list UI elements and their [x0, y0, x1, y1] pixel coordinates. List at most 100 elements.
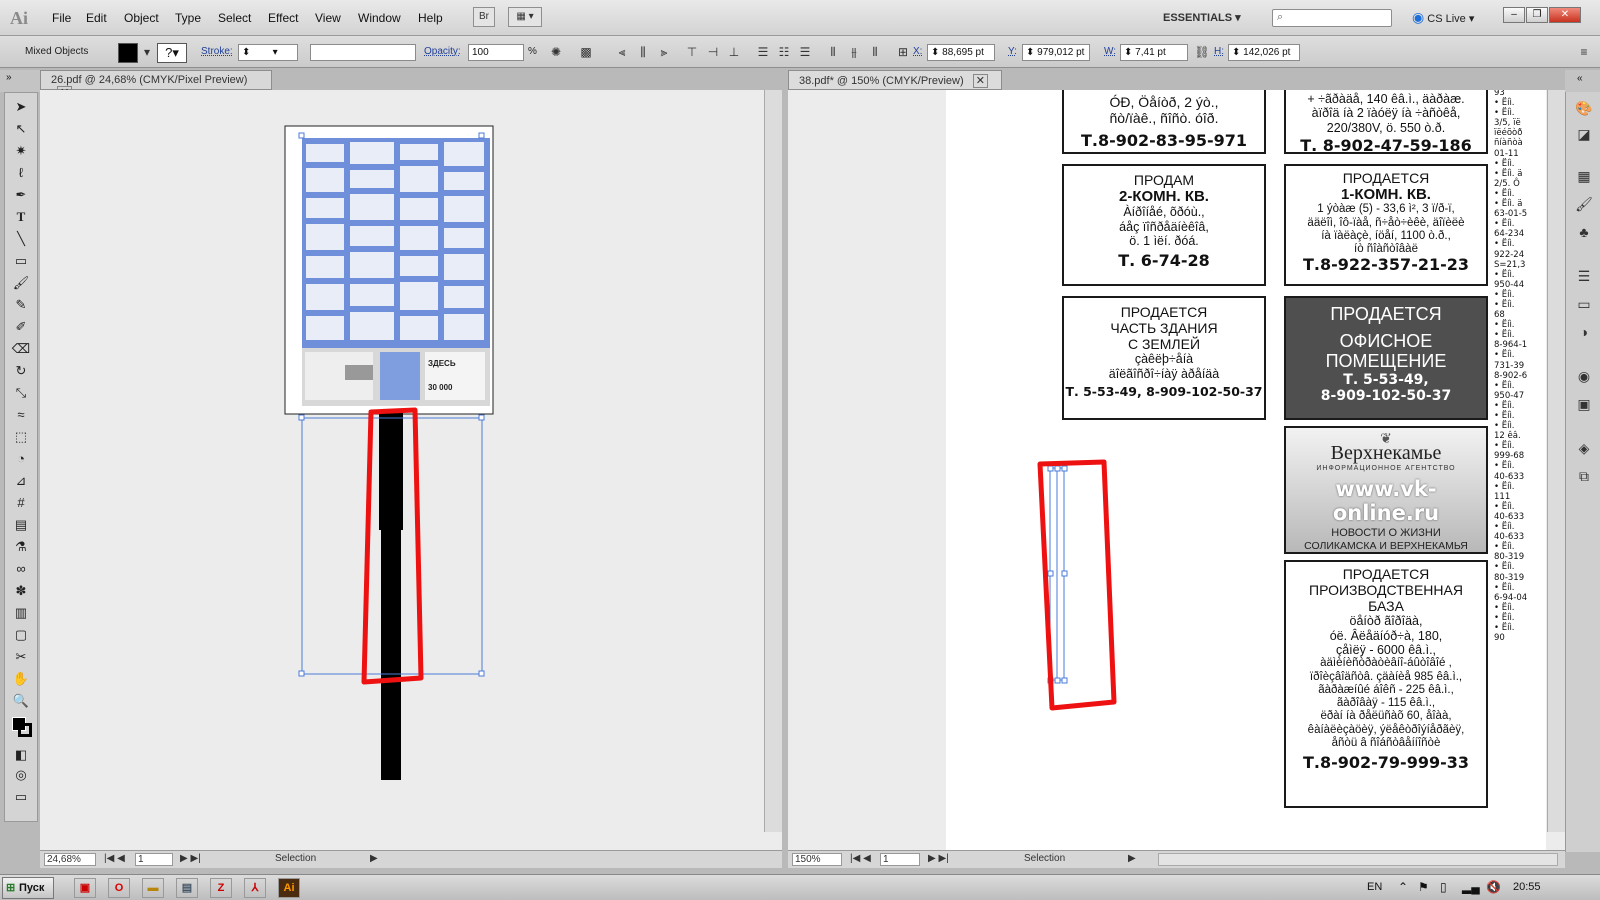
- align-bottom-icon[interactable]: ⊥: [726, 44, 742, 60]
- eyedropper-tool-icon[interactable]: ⚗: [9, 537, 33, 557]
- bridge-button[interactable]: Br: [473, 7, 495, 27]
- control-panel-menu-icon[interactable]: ≡: [1576, 44, 1592, 60]
- selection-tool-icon[interactable]: ➤: [9, 97, 33, 117]
- first-page-icon[interactable]: |◀ ◀: [104, 853, 125, 864]
- menu-edit[interactable]: Edit: [86, 11, 107, 25]
- align-right-icon[interactable]: ⫸: [656, 44, 672, 60]
- next-page-icon-38[interactable]: ▶ ▶|: [928, 853, 949, 864]
- symbols-panel-icon[interactable]: ♣: [1574, 224, 1594, 242]
- zoom-tool-icon[interactable]: 🔍: [9, 691, 33, 711]
- h-field[interactable]: ⬍ 142,026 pt: [1228, 44, 1300, 61]
- document-window-26[interactable]: ЗДЕСЬ 30 000: [40, 90, 782, 850]
- column-graph-tool-icon[interactable]: ▥: [9, 603, 33, 623]
- tray-network-icon[interactable]: ▂▄: [1462, 880, 1480, 894]
- mesh-tool-icon[interactable]: #: [9, 493, 33, 513]
- distribute-top-icon[interactable]: ☰: [755, 44, 771, 60]
- line-tool-icon[interactable]: ╲: [9, 229, 33, 249]
- y-field[interactable]: ⬍ 979,012 pt: [1022, 44, 1090, 61]
- vertical-scrollbar[interactable]: [764, 90, 782, 832]
- language-indicator[interactable]: EN: [1367, 881, 1382, 893]
- constrain-link-icon[interactable]: ⛓: [1194, 44, 1210, 60]
- type-tool-icon[interactable]: T: [9, 207, 33, 227]
- drawing-mode-icon[interactable]: ◎: [9, 765, 33, 785]
- pencil-tool-icon[interactable]: ✎: [9, 295, 33, 315]
- free-transform-tool-icon[interactable]: ⬚: [9, 427, 33, 447]
- tray-arrow-icon[interactable]: ⌃: [1398, 880, 1408, 894]
- menu-file[interactable]: File: [52, 11, 71, 25]
- collapse-icon[interactable]: »: [6, 72, 12, 83]
- filezilla-icon[interactable]: Z: [210, 878, 232, 898]
- search-input[interactable]: ⌕: [1272, 9, 1392, 27]
- tray-flag-icon[interactable]: ⚑: [1418, 880, 1429, 894]
- rotate-tool-icon[interactable]: ↻: [9, 361, 33, 381]
- minimize-button[interactable]: –: [1503, 7, 1525, 23]
- blend-tool-icon[interactable]: ∞: [9, 559, 33, 579]
- opacity-field[interactable]: 100: [468, 44, 524, 61]
- brushes-panel-icon[interactable]: 🖌: [1574, 196, 1594, 214]
- screen-mode-icon[interactable]: ▭: [9, 787, 33, 807]
- horizontal-scrollbar-38[interactable]: [1158, 853, 1558, 866]
- menu-window[interactable]: Window: [358, 11, 401, 25]
- status-menu-icon-38[interactable]: ▶: [1128, 853, 1136, 864]
- color-mode-icon[interactable]: ◧: [9, 745, 33, 765]
- maximize-button[interactable]: ❐: [1526, 7, 1548, 23]
- transparency-panel-icon[interactable]: ◑: [1574, 324, 1594, 342]
- page-field-38[interactable]: 1: [880, 853, 920, 866]
- next-page-icon[interactable]: ▶ ▶|: [180, 853, 201, 864]
- lasso-tool-icon[interactable]: ℓ: [9, 163, 33, 183]
- warp-tool-icon[interactable]: ≈: [9, 405, 33, 425]
- direct-selection-tool-icon[interactable]: ↖: [9, 119, 33, 139]
- stroke-swatch[interactable]: ?▾: [157, 43, 187, 63]
- paintbrush-tool-icon[interactable]: 🖌: [9, 273, 33, 293]
- workspace-switcher[interactable]: ESSENTIALS ▾: [1163, 11, 1241, 24]
- stroke-panel-icon[interactable]: ☰: [1574, 268, 1594, 286]
- scale-tool-icon[interactable]: ⤡: [9, 383, 33, 403]
- opera-icon[interactable]: O: [108, 878, 130, 898]
- vertical-scrollbar-38[interactable]: [1547, 90, 1565, 832]
- artboard-tool-icon[interactable]: ▢: [9, 625, 33, 645]
- eraser-tool-icon[interactable]: ⌫: [9, 339, 33, 359]
- x-field[interactable]: ⬍ 88,695 pt: [927, 44, 995, 61]
- hand-tool-icon[interactable]: ✋: [9, 669, 33, 689]
- document-window-38[interactable]: ÓÐ, Öåíòð, 2 ýò., ñò/ïàê., ñîñò. óîð. Т.…: [788, 90, 1565, 850]
- close-tab-icon[interactable]: ✕: [972, 74, 988, 88]
- explorer-folder-icon[interactable]: ▬: [142, 878, 164, 898]
- rectangle-tool-icon[interactable]: ▭: [9, 251, 33, 271]
- menu-view[interactable]: View: [315, 11, 341, 25]
- distribute-bottom-icon[interactable]: ☰: [797, 44, 813, 60]
- menu-help[interactable]: Help: [418, 11, 443, 25]
- align-top-icon[interactable]: ⊤: [684, 44, 700, 60]
- layers-panel-icon[interactable]: ◈: [1574, 440, 1594, 458]
- status-menu-icon[interactable]: ▶: [370, 853, 378, 864]
- menu-object[interactable]: Object: [124, 11, 159, 25]
- zoom-field-38[interactable]: 150%: [792, 853, 842, 866]
- blob-brush-tool-icon[interactable]: ✐: [9, 317, 33, 337]
- page-field[interactable]: 1: [135, 853, 173, 866]
- notepad-icon[interactable]: ▤: [176, 878, 198, 898]
- gradient-tool-icon[interactable]: ▤: [9, 515, 33, 535]
- distribute-center-icon[interactable]: ⫵: [846, 44, 862, 60]
- fill-swatch[interactable]: [118, 43, 138, 63]
- align-center-icon[interactable]: ⫼: [635, 44, 651, 60]
- w-field[interactable]: ⬍ 7,41 pt: [1120, 44, 1188, 61]
- graphic-style-icon[interactable]: ▩: [578, 44, 594, 60]
- symbol-sprayer-tool-icon[interactable]: ✽: [9, 581, 33, 601]
- reference-point-icon[interactable]: ⊞: [895, 44, 911, 60]
- menu-select[interactable]: Select: [218, 11, 251, 25]
- stroke-label[interactable]: Stroke:: [201, 46, 233, 57]
- slice-tool-icon[interactable]: ✂: [9, 647, 33, 667]
- close-button[interactable]: ✕: [1549, 7, 1581, 23]
- artboards-panel-icon[interactable]: ⧉: [1574, 468, 1594, 486]
- distribute-middle-icon[interactable]: ☷: [776, 44, 792, 60]
- menu-type[interactable]: Type: [175, 11, 201, 25]
- tray-device-icon[interactable]: ▯: [1440, 880, 1447, 894]
- fill-stroke-icon[interactable]: [9, 715, 33, 741]
- recolor-icon[interactable]: ✺: [548, 44, 564, 60]
- cs-live-button[interactable]: ◉ CS Live ▾: [1412, 9, 1474, 26]
- gradient-panel-icon[interactable]: ▭: [1574, 296, 1594, 314]
- distribute-right-icon[interactable]: ⫴: [867, 44, 883, 60]
- expand-panels-icon[interactable]: «: [1577, 73, 1583, 84]
- opacity-label[interactable]: Opacity:: [424, 46, 461, 57]
- illustrator-taskbar-icon[interactable]: Ai: [278, 878, 300, 898]
- magic-wand-tool-icon[interactable]: ✷: [9, 141, 33, 161]
